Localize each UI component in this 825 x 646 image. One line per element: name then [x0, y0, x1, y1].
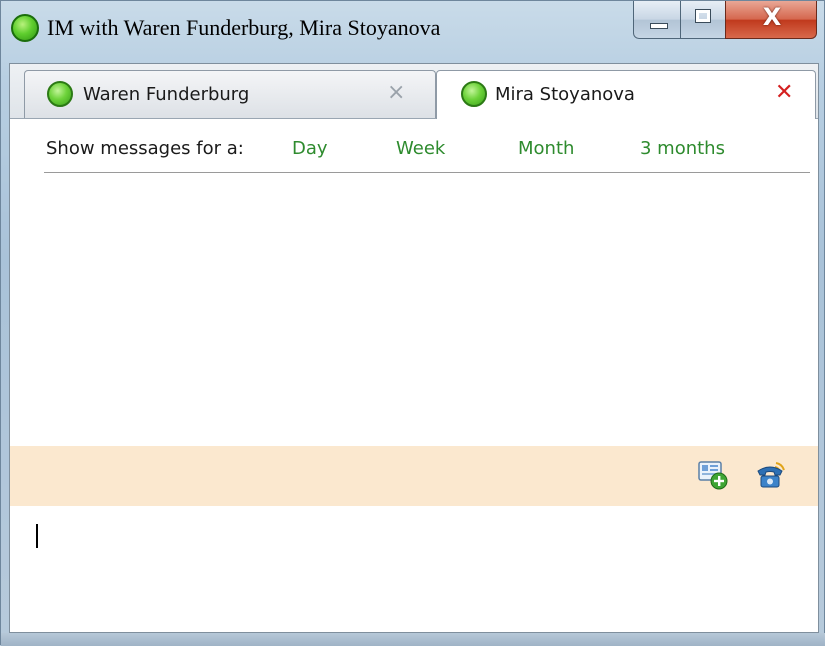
filter-week-link[interactable]: Week [396, 138, 445, 159]
window-bottom-border [1, 633, 825, 646]
add-contact-icon[interactable] [696, 459, 730, 491]
tab-label: Mira Stoyanova [495, 84, 635, 105]
online-status-icon [461, 81, 487, 107]
message-history-area[interactable] [10, 176, 818, 446]
close-icon: X [762, 3, 782, 31]
tab-label: Waren Funderburg [83, 84, 250, 105]
filter-label: Show messages for a: [46, 138, 244, 159]
divider [44, 172, 810, 173]
filter-3-months-link[interactable]: 3 months [640, 138, 725, 159]
online-status-icon [47, 81, 73, 107]
filter-month-link[interactable]: Month [518, 138, 574, 159]
maximize-button[interactable] [680, 1, 726, 39]
message-input[interactable] [10, 508, 818, 632]
conversation-toolbar [10, 446, 818, 506]
maximize-icon [695, 9, 711, 23]
tab-waren-funderburg[interactable]: Waren Funderburg × [24, 70, 436, 118]
minimize-button[interactable] [633, 1, 681, 39]
conversation-tab-bar: Waren Funderburg × Mira Stoyanova ✕ [10, 64, 818, 119]
minimize-icon [650, 23, 668, 29]
presence-status-icon [11, 14, 39, 42]
window-title: IM with Waren Funderburg, Mira Stoyanova [47, 15, 441, 40]
im-window: IM with Waren Funderburg, Mira Stoyanova… [0, 0, 825, 646]
close-tab-icon[interactable]: × [387, 79, 405, 107]
title-bar[interactable]: IM with Waren Funderburg, Mira Stoyanova… [1, 1, 824, 61]
tab-mira-stoyanova[interactable]: Mira Stoyanova ✕ [436, 70, 816, 119]
phone-call-icon[interactable] [754, 459, 788, 491]
conversation-pane: Waren Funderburg × Mira Stoyanova ✕ Show… [9, 63, 819, 633]
text-cursor [36, 524, 38, 548]
close-tab-icon[interactable]: ✕ [775, 79, 793, 107]
filter-day-link[interactable]: Day [292, 138, 328, 159]
close-window-button[interactable]: X [725, 1, 817, 39]
